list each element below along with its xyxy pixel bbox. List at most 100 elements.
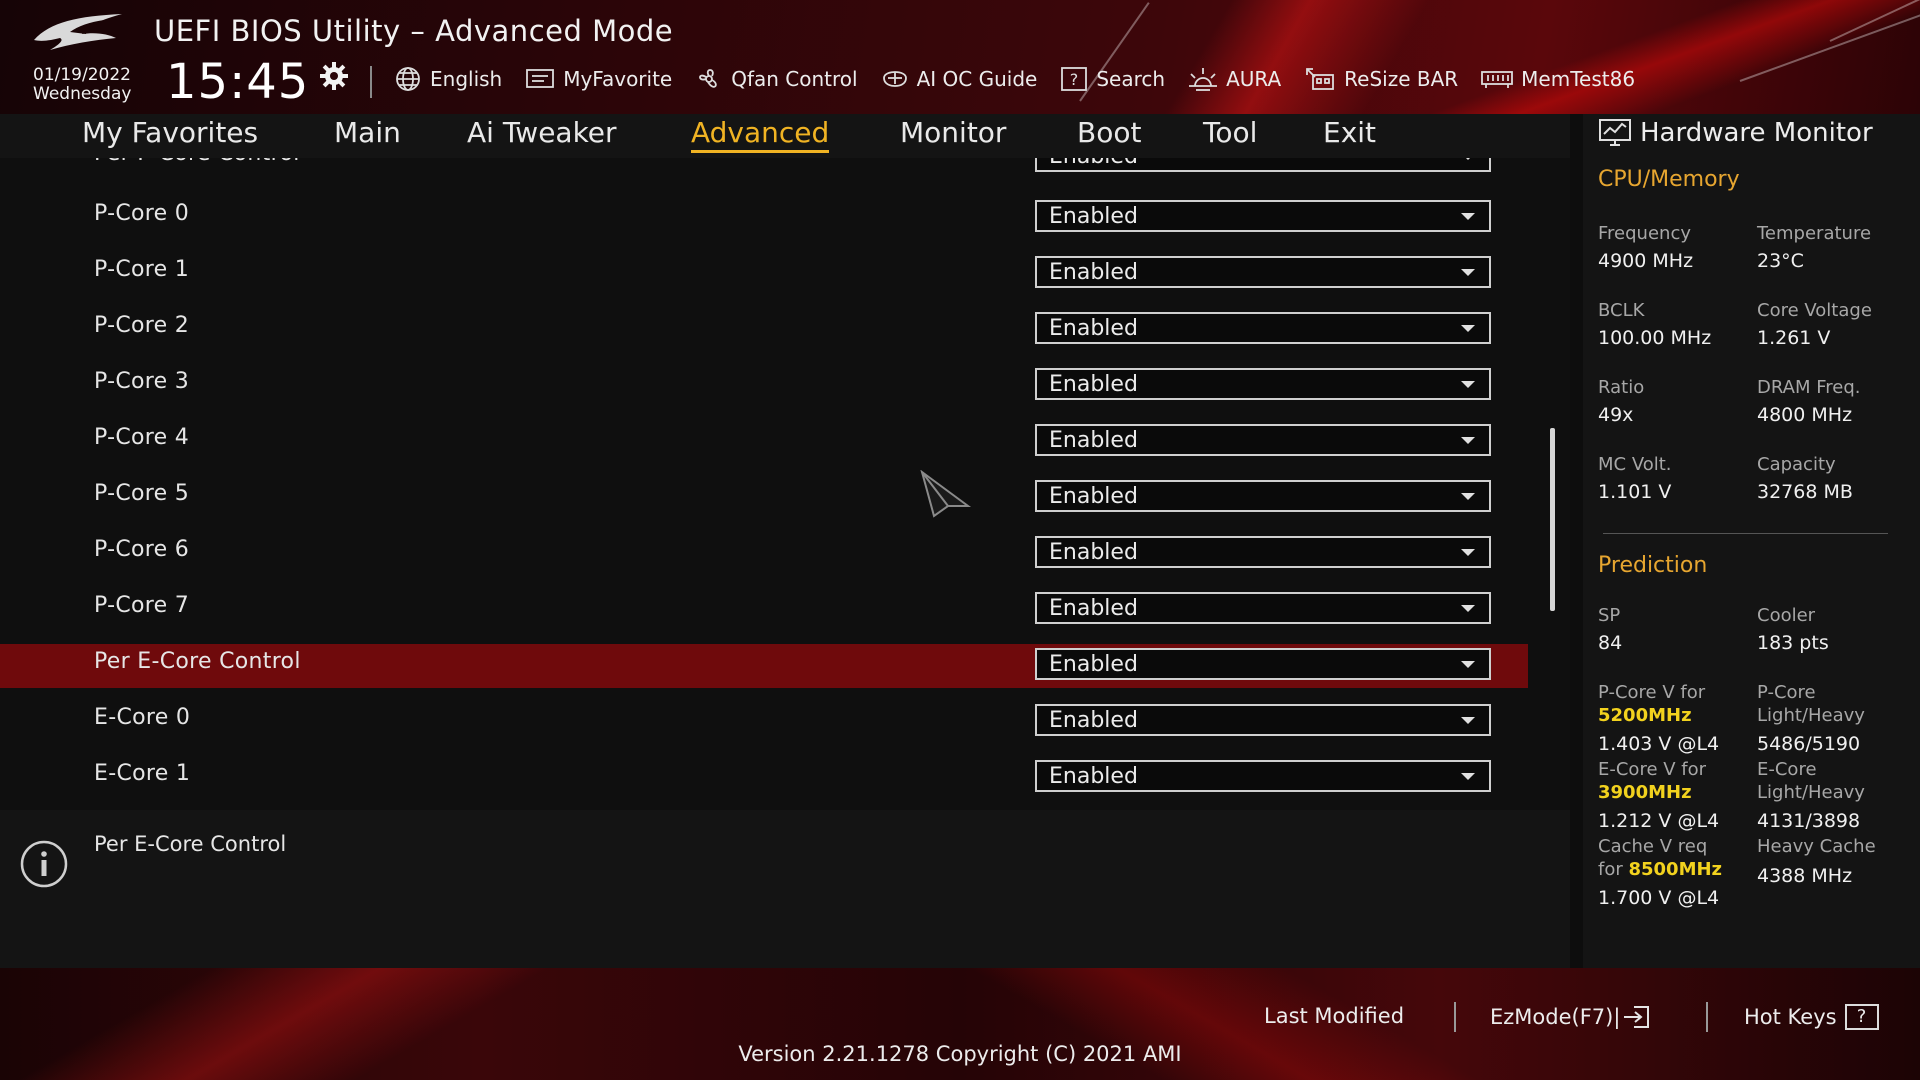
favorite-icon [526,69,555,88]
aura-label: AURA [1226,67,1282,91]
setting-dropdown[interactable]: Enabled [1035,704,1491,736]
language-button[interactable]: English [393,66,502,92]
qfan-control-button[interactable]: Qfan Control [694,66,858,92]
setting-label: P-Core 7 [94,593,190,618]
setting-dropdown[interactable]: Enabled [1035,312,1491,344]
setting-row-p-core-1[interactable]: P-Core 1 Enabled [0,252,1528,296]
setting-dropdown[interactable]: Enabled [1035,158,1491,172]
header-divider [370,66,372,98]
cooler-label: Cooler [1757,605,1816,626]
ecore-light-heavy-value: 4131/3898 [1757,810,1861,832]
pcore-v-label-text: P-Core V for [1598,682,1706,703]
setting-dropdown[interactable]: Enabled [1035,760,1491,792]
search-button[interactable]: ? Search [1059,66,1165,92]
toolbar: English MyFavorite Qfan Control AI OC Gu… [393,63,1657,95]
myfavorite-button[interactable]: MyFavorite [524,66,672,92]
ai-oc-guide-button[interactable]: AI OC Guide [880,66,1037,92]
setting-row-e-core-1[interactable]: E-Core 1 Enabled [0,756,1528,800]
exit-arrow-icon [1624,1006,1650,1028]
cache-v-label-line1: Cache V req [1598,836,1708,857]
last-modified-button[interactable]: Last Modified [1264,1004,1404,1028]
qfan-control-label: Qfan Control [731,67,858,91]
setting-label: P-Core 3 [94,369,190,394]
setting-dropdown[interactable]: Enabled [1035,368,1491,400]
setting-row-p-core-5[interactable]: P-Core 5 Enabled [0,476,1528,520]
header-bar: UEFI BIOS Utility – Advanced Mode 01/19/… [0,0,1920,114]
pcore-light-heavy-label: P-Core Light/Heavy [1757,681,1865,727]
aura-button[interactable]: AURA [1187,66,1281,92]
tab-advanced[interactable]: Advanced [691,116,830,153]
date-display: 01/19/2022 Wednesday [33,66,131,104]
tab-ai-tweaker[interactable]: Ai Tweaker [467,116,617,149]
setting-row-e-core-0[interactable]: E-Core 0 Enabled [0,700,1528,744]
resize-bar-label: ReSize BAR [1344,67,1459,91]
footer-divider [1454,1002,1456,1032]
mouse-cursor-icon [920,470,972,518]
settings-scrollbar[interactable] [1550,428,1555,611]
dropdown-value: Enabled [1049,316,1138,341]
frequency-value: 4900 MHz [1598,250,1694,272]
setting-label: P-Core 6 [94,537,190,562]
tab-exit[interactable]: Exit [1323,116,1376,149]
setting-dropdown[interactable]: Enabled [1035,592,1491,624]
help-panel: Per E-Core Control [0,810,1570,968]
setting-row-p-core-3[interactable]: P-Core 3 Enabled [0,364,1528,408]
hardware-monitor-panel: Hardware Monitor CPU/Memory Frequency 49… [1583,114,1920,968]
setting-row-per-p-core-control[interactable]: Per P-Core Control Enabled [0,158,1528,180]
dropdown-value: Enabled [1049,204,1138,229]
resize-bar-button[interactable]: ReSize BAR [1303,65,1458,93]
dropdown-value: Enabled [1049,540,1138,565]
core-voltage-label: Core Voltage [1757,300,1872,321]
resize-bar-icon [1306,68,1335,90]
setting-dropdown[interactable]: Enabled [1035,648,1491,680]
mc-volt-label: MC Volt. [1598,454,1672,475]
tab-tool[interactable]: Tool [1203,116,1257,149]
cpu-memory-heading: CPU/Memory [1598,167,1740,192]
setting-dropdown[interactable]: Enabled [1035,536,1491,568]
setting-label: P-Core 4 [94,425,190,450]
temperature-value: 23°C [1757,250,1804,272]
tab-my-favorites[interactable]: My Favorites [82,116,258,149]
setting-dropdown[interactable]: Enabled [1035,424,1491,456]
tab-main[interactable]: Main [334,116,401,149]
setting-dropdown[interactable]: Enabled [1035,480,1491,512]
chevron-down-icon [1461,325,1475,332]
pcore-v-label: P-Core V for 5200MHz [1598,681,1705,727]
bclk-label: BCLK [1598,300,1645,321]
setting-row-p-core-2[interactable]: P-Core 2 Enabled [0,308,1528,352]
chevron-down-icon [1461,269,1475,276]
memtest86-label: MemTest86 [1521,67,1636,91]
setting-label: E-Core 0 [94,705,191,730]
setting-dropdown[interactable]: Enabled [1035,200,1491,232]
memtest86-button[interactable]: MemTest86 [1480,67,1635,91]
dropdown-value: Enabled [1049,158,1138,169]
ecore-v-frequency: 3900MHz [1598,782,1692,803]
setting-dropdown[interactable]: Enabled [1035,256,1491,288]
setting-row-per-e-core-control[interactable]: Per E-Core Control Enabled [0,644,1528,688]
setting-row-p-core-6[interactable]: P-Core 6 Enabled [0,532,1528,576]
sp-label: SP [1598,605,1621,626]
chevron-down-icon [1461,437,1475,444]
setting-label: P-Core 2 [94,313,190,338]
setting-row-p-core-4[interactable]: P-Core 4 Enabled [0,420,1528,464]
frequency-label: Frequency [1598,223,1691,244]
ezmode-button[interactable]: EzMode(F7)| [1490,1004,1652,1030]
capacity-label: Capacity [1757,454,1836,475]
pcore-lh-label-line2: Light/Heavy [1757,705,1865,726]
tab-monitor[interactable]: Monitor [900,116,1006,149]
language-label: English [430,67,503,91]
dropdown-value: Enabled [1049,764,1138,789]
capacity-value: 32768 MB [1757,481,1853,503]
help-key-icon: ? [1844,1004,1879,1030]
setting-label: P-Core 0 [94,201,190,226]
chevron-down-icon [1461,717,1475,724]
gear-icon[interactable] [318,60,350,92]
setting-row-p-core-0[interactable]: P-Core 0 Enabled [0,196,1528,240]
hot-keys-button[interactable]: Hot Keys ? [1744,1004,1879,1030]
tab-boot[interactable]: Boot [1077,116,1141,149]
ecore-v-label-text: E-Core V for [1598,759,1707,780]
setting-row-p-core-7[interactable]: P-Core 7 Enabled [0,588,1528,632]
core-voltage-value: 1.261 V [1757,327,1831,349]
temperature-label: Temperature [1757,223,1872,244]
aura-icon [1189,68,1218,91]
